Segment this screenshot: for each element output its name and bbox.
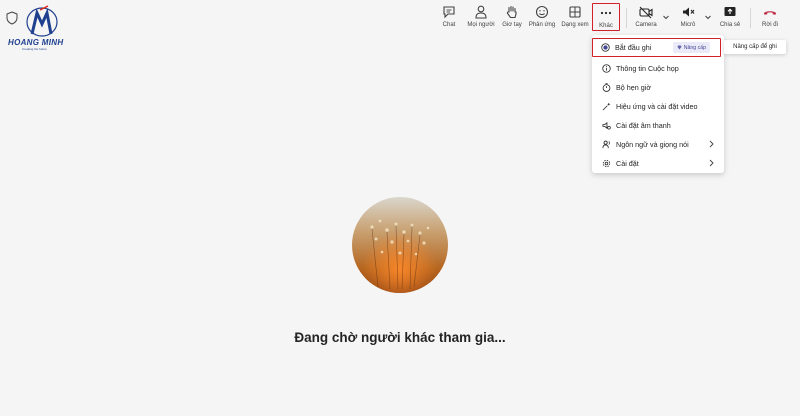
video-effects-menu-item[interactable]: Hiệu ứng và cài đặt video: [592, 97, 724, 115]
timer-label: Bộ hẹn giờ: [616, 82, 652, 92]
raise-hand-icon: [506, 5, 517, 19]
smiley-icon: [535, 5, 549, 19]
grid-view-icon: [569, 6, 581, 18]
language-speech-menu-item[interactable]: Ngôn ngữ và giọng nói: [592, 135, 724, 153]
participant-avatar: [352, 197, 448, 293]
toolbar-divider: [750, 8, 751, 28]
start-recording-label: Bắt đầu ghi: [615, 43, 652, 52]
timer-menu-item[interactable]: Bộ hẹn giờ: [592, 78, 724, 96]
share-screen-icon: [724, 7, 736, 16]
camera-label: Camera: [635, 22, 657, 28]
view-button[interactable]: Dạng xem: [560, 4, 590, 34]
language-speech-label: Ngôn ngữ và giọng nói: [616, 139, 689, 149]
meeting-info-menu-item[interactable]: Thông tin Cuộc họp: [592, 59, 724, 77]
meeting-info-label: Thông tin Cuộc họp: [616, 63, 679, 73]
upgrade-badge[interactable]: Nâng cấp: [672, 42, 710, 53]
more-options-menu: Bắt đầu ghi Nâng cấp Thông tin Cuộc họp …: [592, 35, 724, 173]
hang-up-icon: [764, 11, 776, 15]
mic-options-chevron-icon[interactable]: [704, 13, 712, 21]
mic-button[interactable]: Micrô: [676, 4, 700, 34]
leave-label: Rời đi: [762, 22, 778, 28]
chat-button[interactable]: Chat: [438, 4, 460, 34]
chat-label: Chat: [442, 22, 456, 28]
leave-button[interactable]: Rời đi: [756, 4, 784, 34]
gear-icon: [602, 159, 611, 167]
camera-off-icon: [639, 6, 653, 19]
logo-text: HOANG MINH: [8, 38, 64, 47]
timer-icon: [602, 82, 611, 92]
more-button[interactable]: Khác: [592, 3, 620, 31]
react-button[interactable]: Phản ứng: [528, 4, 556, 34]
people-button[interactable]: Mọi người: [466, 4, 496, 34]
video-effects-label: Hiệu ứng và cài đặt video: [616, 101, 698, 111]
start-recording-menu-item[interactable]: Bắt đầu ghi Nâng cấp: [592, 38, 721, 57]
settings-menu-item[interactable]: Cài đặt: [592, 154, 724, 172]
people-label: Mọi người: [467, 22, 495, 28]
mic-muted-icon: [683, 7, 695, 17]
share-label: Chia sẻ: [719, 22, 741, 28]
settings-label: Cài đặt: [616, 158, 639, 168]
language-icon: [602, 140, 610, 148]
chevron-right-icon: [709, 159, 714, 167]
toolbar-divider: [626, 8, 627, 28]
meeting-toolbar: HOANG MINH Creating the future Chat Mọi …: [0, 0, 800, 51]
info-icon: [602, 63, 611, 73]
shield-icon: [6, 11, 18, 25]
audio-settings-label: Cài đặt âm thanh: [616, 120, 671, 130]
people-icon: [475, 5, 487, 19]
waiting-message: Đang chờ người khác tham gia...: [294, 330, 506, 345]
diamond-icon: [677, 45, 682, 50]
logo-tagline: Creating the future: [22, 47, 47, 51]
effects-icon: [602, 102, 611, 110]
more-dots-icon: [600, 11, 612, 15]
react-label: Phản ứng: [528, 22, 556, 28]
upgrade-tooltip: Nâng cấp để ghi: [724, 40, 786, 54]
chat-icon: [443, 6, 455, 19]
record-icon: [601, 43, 610, 52]
view-label: Dạng xem: [561, 22, 589, 28]
share-button[interactable]: Chia sẻ: [716, 4, 744, 34]
mic-label: Micrô: [680, 22, 696, 28]
audio-settings-menu-item[interactable]: Cài đặt âm thanh: [592, 116, 724, 134]
camera-options-chevron-icon[interactable]: [662, 13, 670, 21]
raise-hand-button[interactable]: Giơ tay: [500, 4, 524, 34]
upgrade-badge-label: Nâng cấp: [683, 44, 706, 51]
camera-button[interactable]: Camera: [632, 4, 660, 34]
chevron-right-icon: [709, 140, 714, 148]
raise-hand-label: Giơ tay: [502, 22, 522, 28]
more-label: Khác: [599, 23, 613, 29]
audio-settings-icon: [602, 121, 611, 129]
